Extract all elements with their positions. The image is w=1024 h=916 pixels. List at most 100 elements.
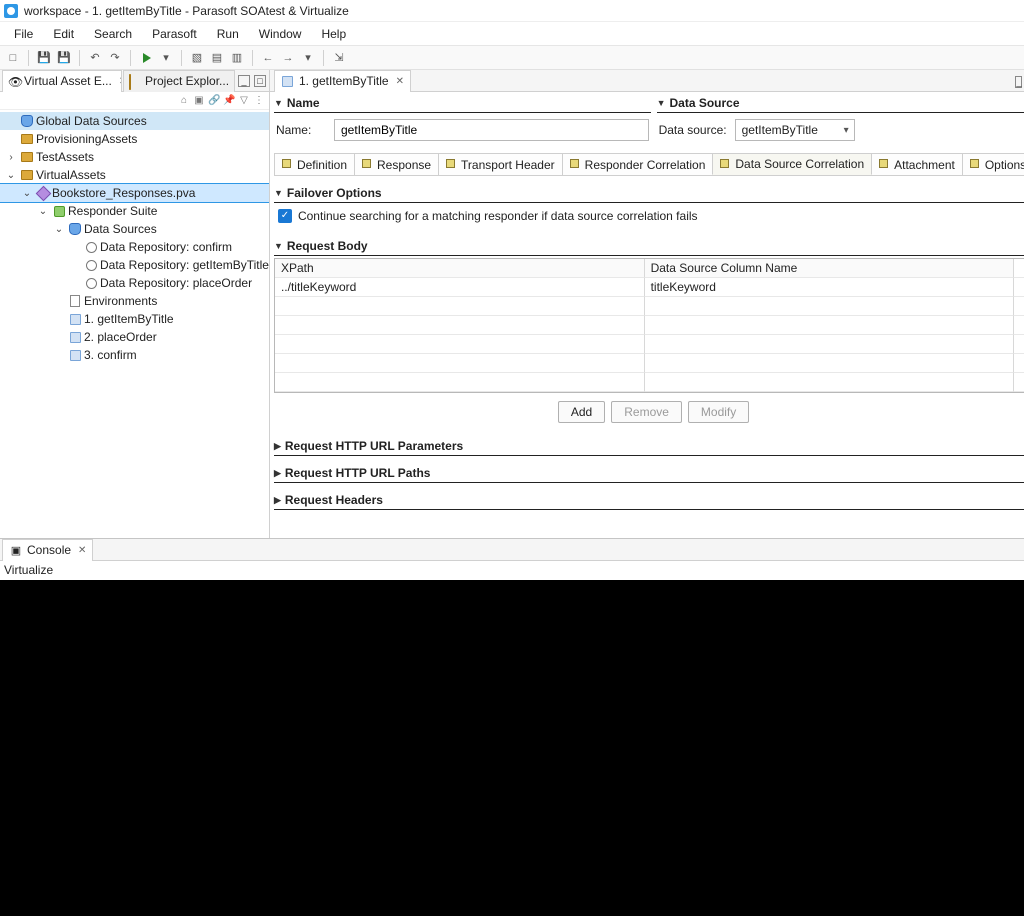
tree-item[interactable]: ·Data Repository: confirm xyxy=(0,238,269,256)
collapse-icon[interactable]: ▣ xyxy=(193,95,205,107)
name-input[interactable] xyxy=(334,119,649,141)
tool1-icon[interactable]: ▧ xyxy=(188,49,206,67)
tree-item[interactable]: ·Data Repository: placeOrder xyxy=(0,274,269,292)
back-icon[interactable]: ← xyxy=(259,49,277,67)
tab-project-explorer[interactable]: Project Explor... xyxy=(123,70,235,92)
chevron-right-icon[interactable]: › xyxy=(4,152,18,163)
chevron-down-icon[interactable]: ⌄ xyxy=(52,224,66,235)
empty-cell[interactable] xyxy=(645,354,1015,373)
menu-help[interactable]: Help xyxy=(313,25,354,43)
minimize-icon[interactable]: _ xyxy=(238,75,250,87)
tree-item-label: Data Sources xyxy=(84,222,157,236)
menu-parasoft[interactable]: Parasoft xyxy=(144,25,205,43)
tree-item[interactable]: ⌄ Data Sources xyxy=(0,220,269,238)
close-icon[interactable]: ✕ xyxy=(78,545,86,556)
tree-item[interactable]: ›TestAssets xyxy=(0,148,269,166)
col-header-xpath[interactable]: XPath xyxy=(275,259,645,278)
cell-dscol[interactable]: titleKeyword xyxy=(645,278,1015,297)
section-http-url-paths[interactable]: ▶ Request HTTP URL Paths xyxy=(274,464,1024,483)
save-all-icon[interactable]: 💾 xyxy=(55,49,73,67)
new-icon[interactable]: □ xyxy=(4,49,22,67)
chevron-down-icon[interactable]: ⌄ xyxy=(36,206,50,217)
empty-cell[interactable] xyxy=(275,373,645,392)
dropdown-icon[interactable]: ▾ xyxy=(157,49,175,67)
section-http-url-params[interactable]: ▶ Request HTTP URL Parameters xyxy=(274,437,1024,456)
separator xyxy=(323,50,324,66)
remove-button[interactable]: Remove xyxy=(611,401,682,423)
data-source-label: Data source: xyxy=(659,123,727,137)
menu-run[interactable]: Run xyxy=(209,25,247,43)
empty-cell[interactable] xyxy=(645,335,1015,354)
cell-xpath[interactable]: ../titleKeyword xyxy=(275,278,645,297)
editor-tab-active[interactable]: 1. getItemByTitle ✕ xyxy=(274,70,411,92)
maximize-icon[interactable]: □ xyxy=(254,75,266,87)
section-data-source[interactable]: ▼ Data Source xyxy=(657,94,1024,113)
menu-search[interactable]: Search xyxy=(86,25,140,43)
add-button[interactable]: Add xyxy=(558,401,605,423)
link-icon[interactable]: 🔗 xyxy=(208,95,220,107)
tree-item[interactable]: ·1. getItemByTitle xyxy=(0,310,269,328)
asset-tree[interactable]: ·Global Data Sources·ProvisioningAssets›… xyxy=(0,110,269,538)
tree-item[interactable]: ·2. placeOrder xyxy=(0,328,269,346)
inner-tab-responder-correlation[interactable]: Responder Correlation xyxy=(562,153,714,175)
request-body-grid[interactable]: XPath Data Source Column Name ../titleKe… xyxy=(274,258,1024,393)
empty-cell[interactable] xyxy=(275,354,645,373)
redo-icon[interactable]: ↷ xyxy=(106,49,124,67)
inner-tab-response[interactable]: Response xyxy=(354,153,439,175)
separator xyxy=(181,50,182,66)
close-icon[interactable]: ✕ xyxy=(396,76,404,87)
chevron-down-icon: ▼ xyxy=(274,241,283,251)
tab-virtual-asset-explorer[interactable]: 👁 Virtual Asset E... ✕ xyxy=(2,70,122,92)
tool3-icon[interactable]: ▥ xyxy=(228,49,246,67)
inner-tab-data-source-correlation[interactable]: Data Source Correlation xyxy=(712,153,872,175)
inner-tab-options[interactable]: Options xyxy=(962,153,1024,175)
section-request-headers[interactable]: ▶ Request Headers xyxy=(274,491,1024,510)
empty-cell[interactable] xyxy=(645,316,1015,335)
tree-item[interactable]: ·3. confirm xyxy=(0,346,269,364)
view-toolbar: ⌂ ▣ 🔗 📌 ▽ ⋮ xyxy=(0,92,269,110)
menu-file[interactable]: File xyxy=(6,25,41,43)
save-icon[interactable]: 💾 xyxy=(35,49,53,67)
failover-checkbox[interactable]: ✓ xyxy=(278,209,292,223)
empty-cell[interactable] xyxy=(275,335,645,354)
close-icon[interactable]: ✕ xyxy=(119,76,122,87)
chevron-down-icon[interactable]: ⌄ xyxy=(4,170,18,181)
menu-edit[interactable]: Edit xyxy=(45,25,82,43)
pin-icon[interactable]: 📌 xyxy=(223,95,235,107)
tree-item[interactable]: ·Data Repository: getItemByTitle xyxy=(0,256,269,274)
forward-icon[interactable]: → xyxy=(279,49,297,67)
left-panel-tabs: 👁 Virtual Asset E... ✕ Project Explor...… xyxy=(0,70,269,92)
dropdown2-icon[interactable]: ▾ xyxy=(299,49,317,67)
data-source-select[interactable]: getItemByTitle xyxy=(735,119,855,141)
section-request-body[interactable]: ▼ Request Body xyxy=(274,237,1024,256)
tree-item[interactable]: ·Environments xyxy=(0,292,269,310)
tree-item[interactable]: ⌄Bookstore_Responses.pva xyxy=(0,184,269,202)
tree-item[interactable]: ⌄Responder Suite xyxy=(0,202,269,220)
menu-icon[interactable]: ⋮ xyxy=(253,95,265,107)
section-failover[interactable]: ▼ Failover Options xyxy=(274,184,1024,203)
undo-icon[interactable]: ↶ xyxy=(86,49,104,67)
tree-item[interactable]: ·ProvisioningAssets xyxy=(0,130,269,148)
tree-item[interactable]: ·Global Data Sources xyxy=(0,112,269,130)
empty-cell[interactable] xyxy=(275,297,645,316)
link-icon[interactable]: ⇲ xyxy=(330,49,348,67)
tab-console[interactable]: ▣ Console ✕ xyxy=(2,539,93,561)
filter-icon[interactable]: ▽ xyxy=(238,95,250,107)
menu-window[interactable]: Window xyxy=(251,25,310,43)
section-name[interactable]: ▼ Name xyxy=(274,94,651,113)
chevron-down-icon[interactable]: ⌄ xyxy=(20,188,34,199)
tab-icon xyxy=(879,159,890,170)
minimize-icon[interactable]: _ xyxy=(1015,76,1022,88)
empty-cell[interactable] xyxy=(645,297,1015,316)
inner-tab-transport-header[interactable]: Transport Header xyxy=(438,153,563,175)
run-icon[interactable] xyxy=(137,49,155,67)
inner-tab-attachment[interactable]: Attachment xyxy=(871,153,963,175)
tool2-icon[interactable]: ▤ xyxy=(208,49,226,67)
col-header-dscol[interactable]: Data Source Column Name xyxy=(645,259,1015,278)
home-icon[interactable]: ⌂ xyxy=(178,95,190,107)
empty-cell[interactable] xyxy=(275,316,645,335)
modify-button[interactable]: Modify xyxy=(688,401,749,423)
inner-tab-definition[interactable]: Definition xyxy=(274,153,355,175)
empty-cell[interactable] xyxy=(645,373,1015,392)
tree-item[interactable]: ⌄VirtualAssets xyxy=(0,166,269,184)
